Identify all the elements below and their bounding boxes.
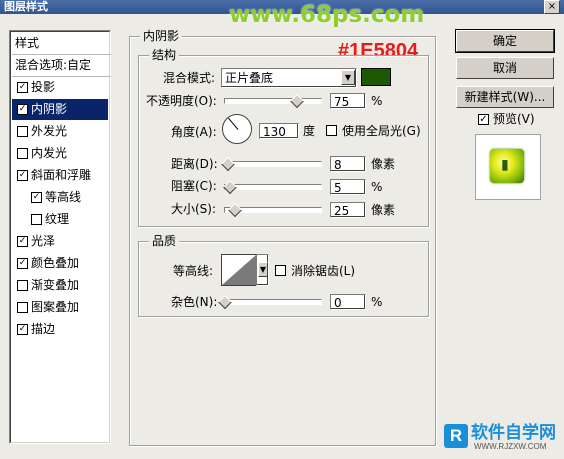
preview-checkbox[interactable]: ✓: [478, 114, 489, 125]
style-item[interactable]: ✓ 斜面和浮雕: [12, 165, 108, 186]
choke-input[interactable]: 5: [330, 179, 366, 195]
size-label: 大小(S):: [171, 202, 217, 216]
global-light-label: 使用全局光(G): [342, 124, 421, 138]
site-logo-mark: R: [444, 424, 468, 448]
new-style-button[interactable]: 新建样式(W)...: [456, 86, 554, 108]
style-item[interactable]: 渐变叠加: [12, 275, 108, 296]
contour-preview[interactable]: [221, 254, 257, 286]
style-item-checkbox[interactable]: ✓: [31, 192, 42, 203]
size-input[interactable]: 25: [330, 202, 366, 218]
opacity-input[interactable]: 75: [330, 93, 366, 109]
style-item-label: 纹理: [45, 212, 70, 226]
style-item-label: 光泽: [31, 234, 56, 248]
style-item-checkbox[interactable]: ✓: [17, 82, 28, 93]
style-item-label: 等高线: [45, 190, 82, 204]
style-list-header[interactable]: 样式: [12, 32, 111, 55]
style-item-checkbox[interactable]: [31, 214, 42, 225]
angle-label: 角度(A):: [171, 125, 217, 139]
structure-title: 结构: [149, 48, 180, 62]
style-item-label: 投影: [31, 80, 56, 94]
distance-input[interactable]: 8: [330, 156, 366, 172]
distance-unit: 像素: [371, 157, 396, 171]
style-item-checkbox[interactable]: ✓: [17, 236, 28, 247]
preview-glyph-icon: ▮: [501, 157, 509, 173]
style-item[interactable]: ✓ 光泽: [12, 231, 108, 252]
site-logo-name: 软件自学网: [471, 423, 556, 443]
angle-input[interactable]: 130: [259, 123, 299, 139]
style-item-checkbox[interactable]: [17, 280, 28, 291]
quality-title: 品质: [149, 234, 180, 248]
opacity-label: 不透明度(O):: [146, 94, 217, 108]
distance-label: 距离(D):: [171, 157, 218, 171]
cancel-button[interactable]: 取消: [456, 57, 554, 79]
style-item-checkbox[interactable]: ✓: [17, 170, 28, 181]
angle-unit: 度: [303, 124, 316, 138]
anti-alias-label: 消除锯齿(L): [291, 264, 356, 278]
global-light-checkbox[interactable]: [326, 125, 337, 136]
opacity-slider[interactable]: [224, 98, 322, 104]
style-item-checkbox[interactable]: ✓: [17, 104, 28, 115]
preview-thumbnail: ▮: [490, 149, 524, 183]
style-item[interactable]: ✓ 投影: [12, 77, 108, 98]
style-item-label: 渐变叠加: [31, 278, 80, 292]
choke-slider[interactable]: [224, 184, 322, 190]
noise-label: 杂色(N):: [171, 295, 218, 309]
style-item-label: 内阴影: [31, 102, 68, 116]
style-list: 样式 混合选项:自定 ✓ 投影 ✓ 内阴影 外发光 内发光 ✓ 斜面和浮雕 ✓ 等高线 纹理 ✓ 光泽 ✓…: [9, 30, 111, 444]
style-item[interactable]: 纹理: [12, 209, 108, 230]
choke-unit: %: [371, 180, 383, 194]
shadow-color-swatch[interactable]: [361, 68, 391, 86]
contour-curve-icon: [222, 255, 256, 285]
style-item[interactable]: 外发光: [12, 121, 108, 142]
site-logo: R 软件自学网 WWW.RJZXW.COM: [444, 423, 562, 451]
opacity-unit: %: [371, 94, 383, 108]
style-item-checkbox[interactable]: ✓: [17, 324, 28, 335]
angle-dial-needle: [227, 117, 239, 130]
preview-label: 预览(V): [493, 112, 535, 126]
noise-input[interactable]: 0: [330, 294, 366, 310]
window-title: 图层样式: [4, 0, 48, 13]
inner-shadow-title: 内阴影: [140, 29, 183, 43]
style-item-checkbox[interactable]: [17, 148, 28, 159]
size-unit: 像素: [371, 203, 396, 217]
style-item[interactable]: ✓ 内阴影: [12, 99, 108, 120]
style-list-inner: 样式 混合选项:自定 ✓ 投影 ✓ 内阴影 外发光 内发光 ✓ 斜面和浮雕 ✓ 等高线 纹理 ✓ 光泽 ✓…: [10, 31, 111, 443]
style-item[interactable]: ✓ 颜色叠加: [12, 253, 108, 274]
chevron-down-icon[interactable]: ▼: [341, 70, 355, 85]
style-item-label: 描边: [31, 322, 56, 336]
style-item-checkbox[interactable]: [17, 126, 28, 137]
contour-dropdown[interactable]: ▼: [256, 254, 269, 286]
angle-dial[interactable]: [222, 114, 252, 144]
distance-slider[interactable]: [224, 161, 322, 167]
style-item-checkbox[interactable]: [17, 302, 28, 313]
noise-unit: %: [371, 295, 383, 309]
close-button[interactable]: ×: [544, 0, 560, 14]
blend-mode-value: 正片叠底: [225, 71, 274, 85]
blend-mode-select[interactable]: 正片叠底 ▼: [221, 68, 357, 88]
contour-label: 等高线:: [173, 264, 214, 278]
style-item[interactable]: ✓ 等高线: [12, 187, 108, 208]
choke-label: 阻塞(C):: [171, 179, 217, 193]
chevron-down-icon[interactable]: ▼: [258, 262, 268, 277]
noise-slider[interactable]: [224, 299, 322, 305]
style-item-checkbox[interactable]: ✓: [17, 258, 28, 269]
style-item-label: 斜面和浮雕: [31, 168, 92, 182]
style-item[interactable]: 内发光: [12, 143, 108, 164]
blend-mode-label: 混合模式:: [163, 71, 216, 85]
ok-button[interactable]: 确定: [455, 29, 555, 53]
style-item-label: 图案叠加: [31, 300, 80, 314]
style-item[interactable]: 图案叠加: [12, 297, 108, 318]
style-item-label: 颜色叠加: [31, 256, 80, 270]
style-item[interactable]: ✓ 描边: [12, 319, 108, 340]
style-preview: ▮: [475, 134, 541, 200]
blend-options-item[interactable]: 混合选项:自定: [12, 55, 111, 77]
watermark-text: www.68ps.com: [229, 2, 425, 28]
style-item-label: 内发光: [31, 146, 68, 160]
anti-alias-checkbox[interactable]: [275, 265, 286, 276]
site-logo-url: WWW.RJZXW.COM: [474, 442, 547, 451]
style-item-label: 外发光: [31, 124, 68, 138]
